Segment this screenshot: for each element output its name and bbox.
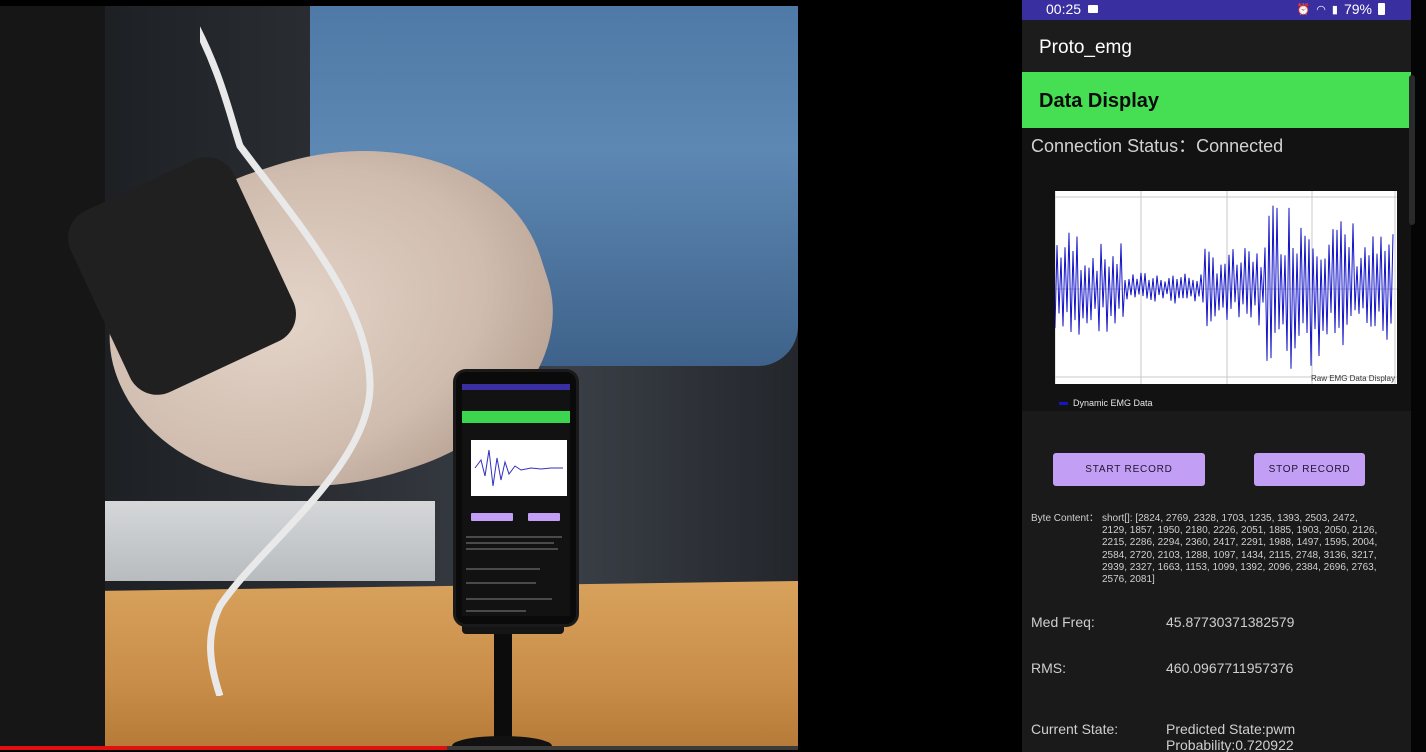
mini-start-button (471, 513, 513, 521)
phone-in-video (456, 372, 576, 624)
status-bar: 00:25 ⏰ ◠ ▮ 79% (1022, 0, 1411, 20)
wifi-icon: ◠ (1316, 3, 1326, 16)
rms-label: RMS: (1031, 660, 1066, 676)
battery-icon (1378, 3, 1385, 15)
status-time: 00:25 (1046, 1, 1082, 17)
phone-in-video-screen (462, 384, 570, 616)
status-icons: ⏰ ◠ ▮ 79% (1297, 1, 1385, 17)
connection-status: Connection Status：Connected (1031, 136, 1284, 156)
person-silhouette (0, 6, 105, 746)
current-state-value: Predicted State:pwm Probability:0.720922 (1166, 721, 1295, 752)
emg-series-line (1055, 205, 1394, 369)
predicted-state: Predicted State:pwm (1166, 721, 1296, 737)
rms-value: 460.0967711957376 (1166, 660, 1294, 676)
phone-stand-pole (494, 628, 512, 746)
start-record-button[interactable]: START RECORD (1053, 453, 1205, 486)
legend-swatch (1059, 401, 1068, 405)
mini-stop-button (528, 513, 560, 521)
app-title: Proto_emg (1039, 37, 1132, 58)
legend-label: Dynamic EMG Data (1073, 398, 1153, 408)
alarm-icon: ⏰ (1296, 3, 1311, 16)
med-freq-value: 45.87730371382579 (1166, 614, 1295, 630)
mini-chart (471, 440, 567, 496)
signal-icon: ▮ (1331, 3, 1338, 16)
byte-content-label: Byte Content： (1031, 513, 1099, 524)
mini-text-line (466, 548, 558, 550)
scrollbar[interactable] (1409, 75, 1415, 225)
emg-chart[interactable]: Raw EMG Data Display (1055, 191, 1397, 384)
phone-screen: 00:25 ⏰ ◠ ▮ 79% Proto_emg Data Display C… (1022, 0, 1411, 752)
video-progress-fill (0, 746, 447, 750)
chart-description: Raw EMG Data Display (1310, 374, 1395, 383)
med-freq-label: Med Freq: (1031, 614, 1095, 630)
current-state-label: Current State: (1031, 721, 1119, 737)
byte-content-value: short[]: [2824, 2769, 2328, 1703, 1235, … (1102, 513, 1378, 586)
mini-text-line (466, 536, 562, 538)
mini-text-line (466, 598, 552, 600)
mini-text-line (466, 610, 526, 612)
stop-record-button[interactable]: STOP RECORD (1254, 453, 1365, 486)
section-title: Data Display (1039, 90, 1160, 112)
mini-status-bar (462, 384, 570, 390)
section-header: Data Display (1022, 72, 1411, 128)
usb-cable (200, 26, 374, 696)
probability: Probability:0.720922 (1166, 737, 1294, 752)
app-bar: Proto_emg (1022, 20, 1411, 72)
mini-text-line (466, 582, 536, 584)
screen-record-icon (1088, 5, 1098, 13)
mini-text-line (466, 542, 554, 544)
battery-percent: 79% (1343, 1, 1372, 17)
mini-text-line (466, 568, 540, 570)
video-progress-bar[interactable] (0, 746, 798, 750)
emg-chart-svg (1055, 191, 1397, 384)
chart-legend: Dynamic EMG Data (1059, 398, 1153, 408)
video-frame[interactable] (0, 6, 798, 746)
mini-header (462, 411, 570, 423)
